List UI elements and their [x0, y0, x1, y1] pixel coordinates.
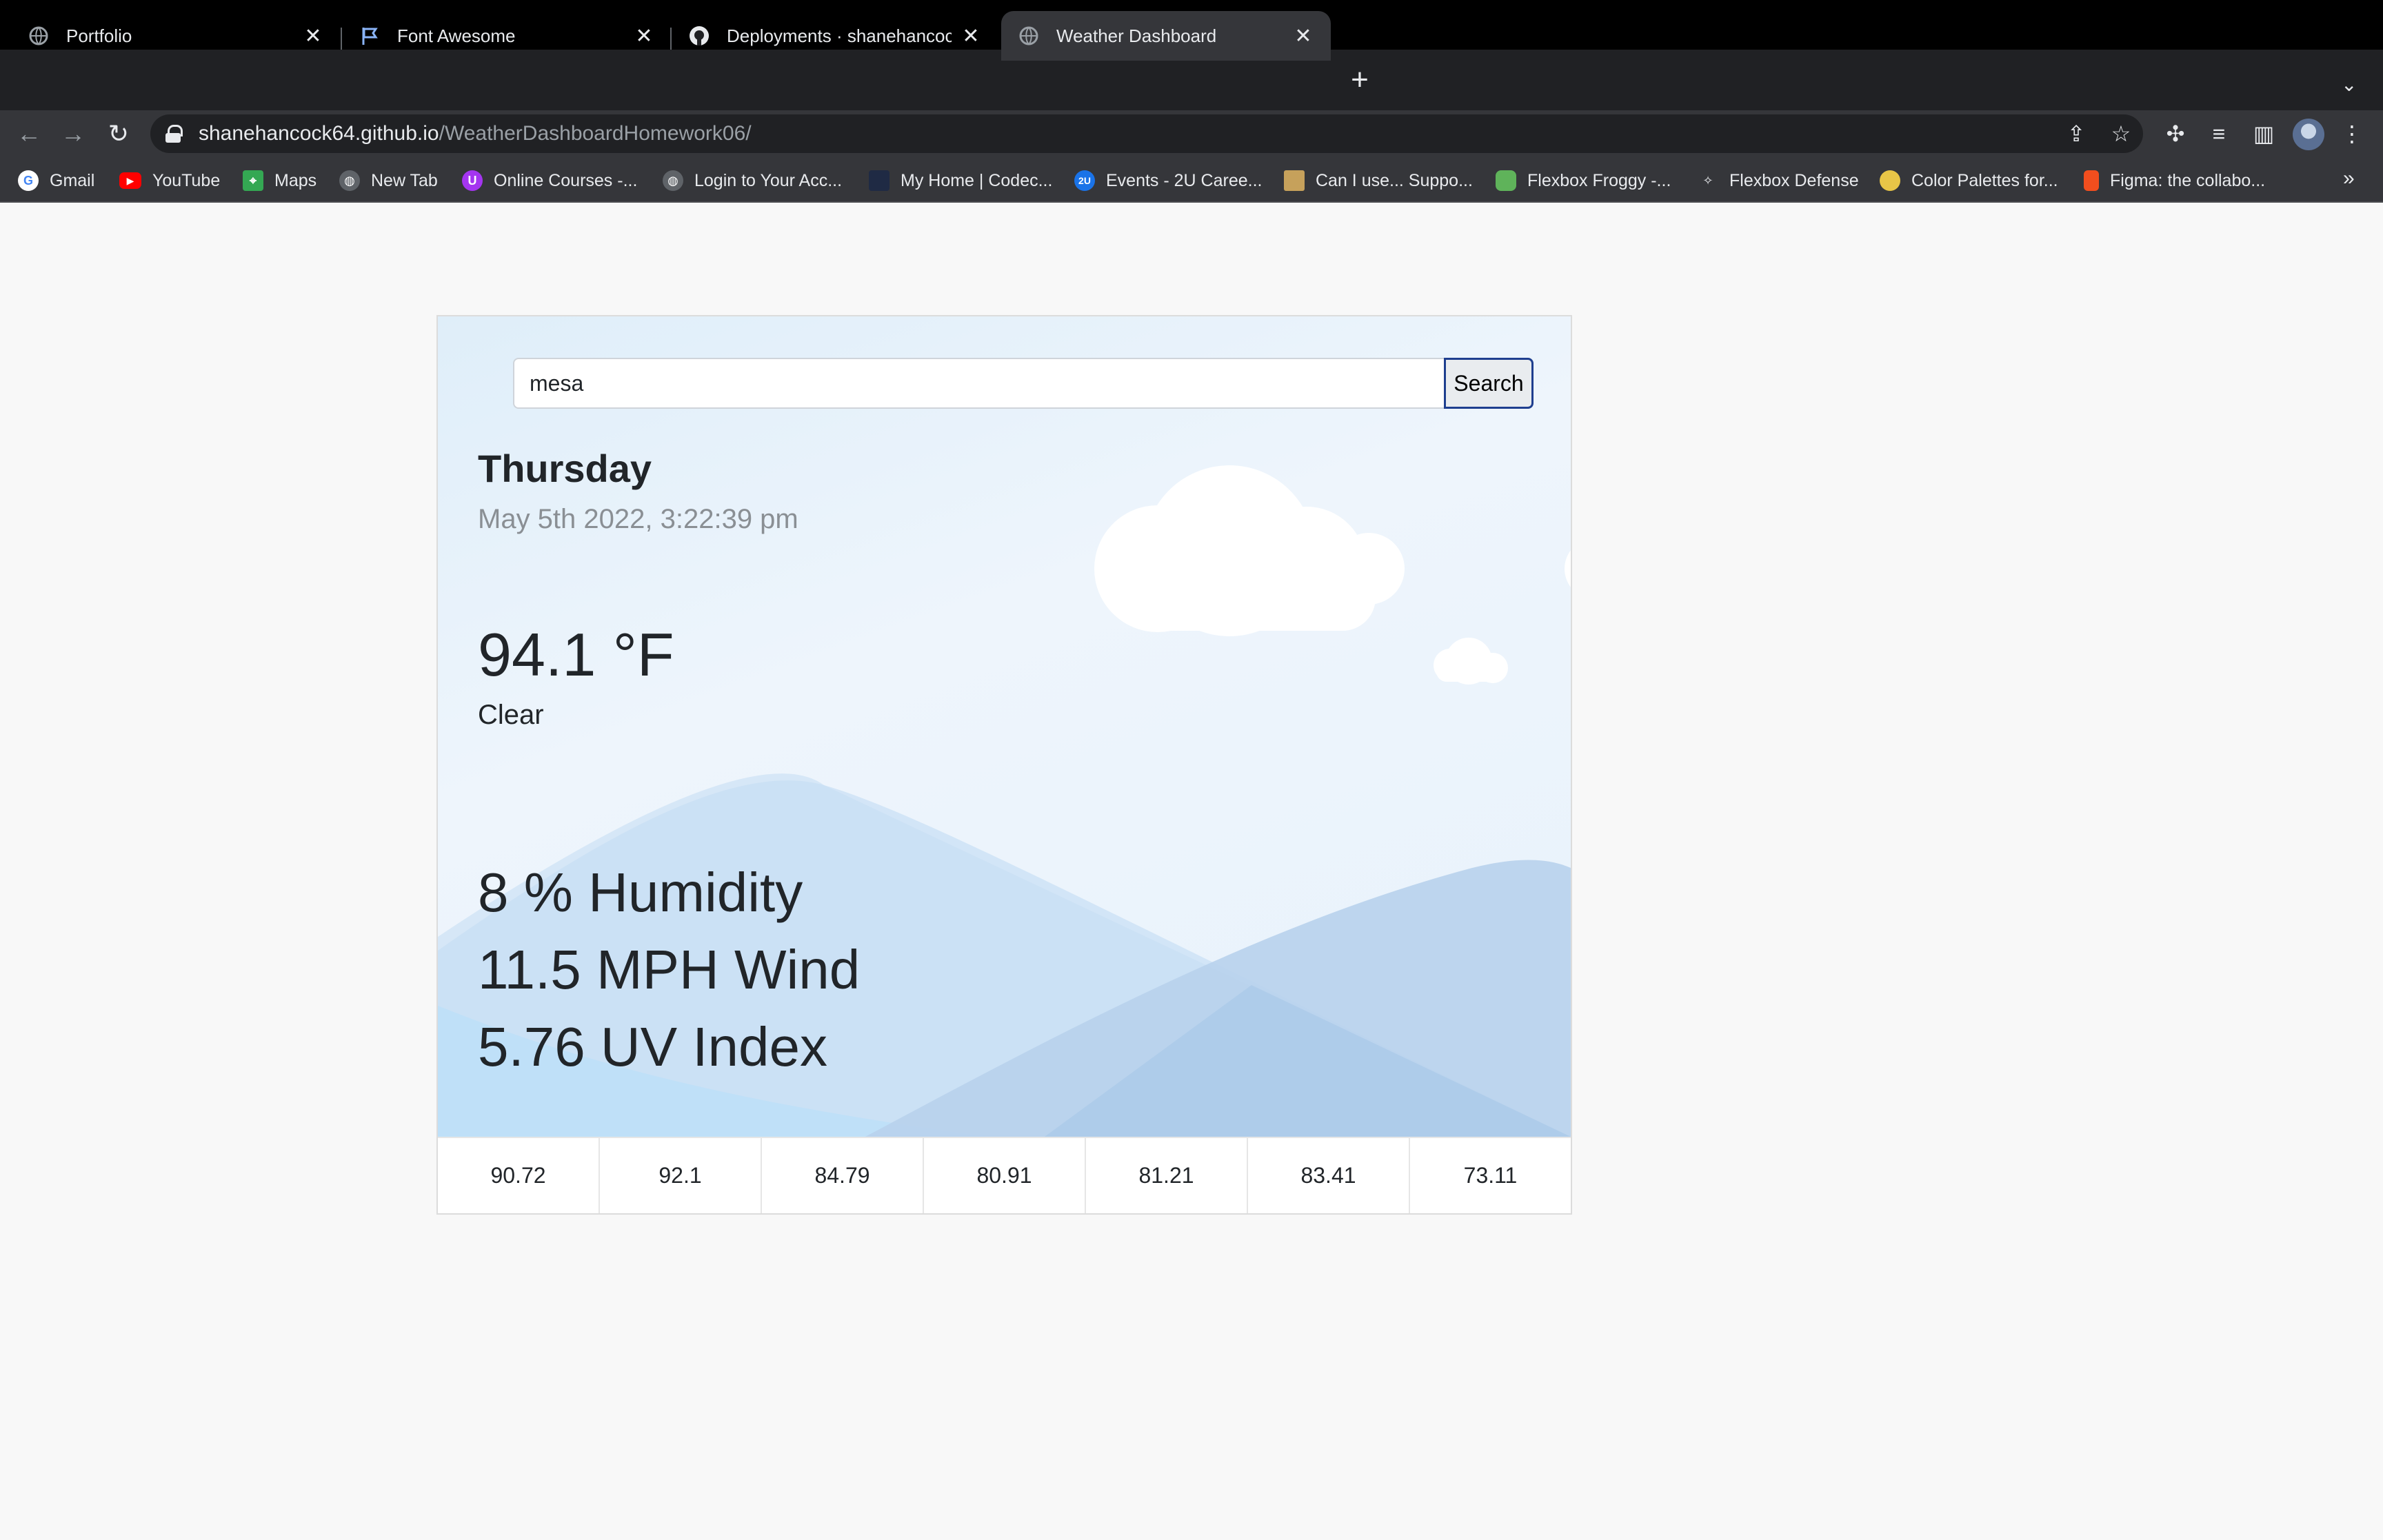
bookmark-label: My Home | Codec... [901, 170, 1053, 190]
profile-avatar[interactable] [2293, 119, 2324, 150]
weather-condition: Clear [478, 700, 544, 730]
current-datetime: May 5th 2022, 3:22:39 pm [478, 504, 798, 534]
globe-icon [28, 25, 50, 47]
bookmark-codecademy[interactable]: My Home | Codec... [869, 168, 1052, 193]
forecast-temp-cell: 73.11 [1463, 1163, 1518, 1188]
bookmark-youtube[interactable]: ▶ YouTube [119, 168, 220, 193]
tab-label: Weather Dashboard [1056, 25, 1217, 46]
forecast-temp-cell: 83.41 [1248, 1138, 1410, 1213]
close-tab-icon[interactable]: ✕ [302, 25, 324, 48]
forecast-temp-cell: 84.79 [762, 1138, 924, 1213]
chevron-down-icon[interactable]: ⌄ [2341, 73, 2357, 96]
bookmark-new-tab[interactable]: ◍ New Tab [339, 168, 438, 193]
weather-illustration: Search Thursday May 5th 2022, 3:22:39 pm… [438, 316, 1571, 1137]
close-tab-icon[interactable]: ✕ [633, 25, 655, 48]
bookmark-label: Flexbox Defense [1729, 170, 1859, 190]
maps-icon: ⌖ [243, 170, 263, 191]
url-host: shanehancock64.github.io [199, 122, 439, 145]
weather-card: Search Thursday May 5th 2022, 3:22:39 pm… [436, 315, 1572, 1215]
bookmark-color-palettes[interactable]: Color Palettes for... [1880, 168, 2058, 193]
tab-label: Portfolio [66, 25, 132, 46]
forecast-temp-cell: 80.91 [924, 1138, 1086, 1213]
bookmark-label: Color Palettes for... [1911, 170, 2058, 190]
globe-icon: ◍ [663, 170, 683, 191]
wind-value: 11.5 MPH Wind [478, 939, 861, 1000]
bookmark-label: New Tab [371, 170, 438, 190]
star-icon[interactable]: ☆ [2109, 121, 2133, 146]
media-control-icon[interactable]: ≡ [2206, 121, 2231, 146]
tab-label: Font Awesome [397, 25, 516, 46]
forecast-temp-cell: 81.21 [1086, 1138, 1248, 1213]
bookmark-label: YouTube [152, 170, 221, 190]
figma-icon [2084, 170, 2099, 191]
partial-cloud-icon [1565, 550, 1571, 587]
city-search-input[interactable] [513, 358, 1444, 409]
close-tab-icon[interactable]: ✕ [960, 25, 982, 48]
bookmark-figma[interactable]: Figma: the collabo... [2084, 168, 2265, 193]
tab-portfolio[interactable]: Portfolio ✕ [11, 11, 341, 61]
bookmark-flexbox-froggy[interactable]: Flexbox Froggy -... [1496, 168, 1671, 193]
codecademy-icon [869, 170, 889, 191]
udemy-icon: U [462, 170, 483, 191]
globe-icon [1018, 25, 1040, 47]
bookmark-label: Can I use... Suppo... [1316, 170, 1473, 190]
close-tab-icon[interactable]: ✕ [1292, 25, 1314, 48]
bookmark-label: Figma: the collabo... [2110, 170, 2266, 190]
globe-icon: ◍ [339, 170, 360, 191]
bookmark-label: Flexbox Froggy -... [1527, 170, 1671, 190]
back-icon[interactable]: ← [14, 119, 44, 149]
small-cloud-icon [1434, 638, 1508, 685]
search-button[interactable]: Search [1444, 358, 1534, 409]
bookmark-udemy[interactable]: U Online Courses -... [462, 168, 637, 193]
frog-icon [1496, 170, 1516, 191]
reload-icon[interactable]: ↻ [103, 119, 134, 149]
tab-label: Deployments · shanehancock6 [727, 25, 952, 46]
current-temperature: 94.1 °F [478, 620, 674, 689]
lock-icon [165, 125, 183, 143]
bookmark-gmail[interactable]: G Gmail [18, 168, 94, 193]
bookmark-login[interactable]: ◍ Login to Your Acc... [663, 168, 842, 193]
new-tab-icon[interactable]: + [1345, 65, 1375, 97]
share-icon[interactable]: ⇪ [2064, 121, 2089, 146]
bookmark-label: Events - 2U Caree... [1106, 170, 1263, 190]
github-icon [688, 25, 710, 47]
tab-weather-dashboard[interactable]: Weather Dashboard ✕ [1001, 11, 1331, 61]
url-path: /WeatherDashboardHomework06/ [439, 122, 752, 145]
forward-icon[interactable]: → [58, 119, 88, 149]
humidity-value: 8 % Humidity [478, 862, 803, 923]
forecast-row: 90.72 92.1 84.79 80.91 81.21 83.41 73.11 [438, 1137, 1571, 1213]
bookmark-caniuse[interactable]: Can I use... Suppo... [1284, 168, 1473, 193]
extensions-icon[interactable]: ✣ [2163, 121, 2188, 146]
forecast-temp-cell: 90.72 [438, 1138, 600, 1213]
menu-kebab-icon[interactable]: ⋮ [2340, 121, 2364, 146]
tab-font-awesome[interactable]: Font Awesome ✕ [342, 11, 672, 61]
2u-icon: 2U [1074, 170, 1095, 191]
caniuse-icon [1284, 170, 1305, 191]
side-panel-icon[interactable]: ▥ [2251, 121, 2276, 146]
youtube-icon: ▶ [119, 172, 141, 189]
uv-index-value: 5.76 UV Index [478, 1016, 827, 1077]
palette-icon [1880, 170, 1900, 191]
flag-icon [359, 25, 381, 47]
forecast-temp-cell: 92.1 [600, 1138, 762, 1213]
bookmark-label: Gmail [50, 170, 95, 190]
bookmark-label: Maps [274, 170, 317, 190]
cloud-icon [1094, 465, 1405, 636]
bookmark-label: Login to Your Acc... [694, 170, 843, 190]
bookmark-label: Online Courses -... [494, 170, 638, 190]
current-day: Thursday [478, 447, 652, 490]
google-icon: G [18, 170, 39, 191]
bookmark-2u-events[interactable]: 2U Events - 2U Caree... [1074, 168, 1262, 193]
defense-icon: ✧ [1702, 173, 1713, 188]
search-form: Search [513, 358, 1534, 409]
tab-deployments[interactable]: Deployments · shanehancock6 ✕ [672, 11, 998, 61]
address-bar[interactable]: shanehancock64.github.io/WeatherDashboar… [150, 114, 2143, 153]
double-chevron-right-icon[interactable]: » [2343, 167, 2355, 190]
bookmark-maps[interactable]: ⌖ Maps [243, 168, 316, 193]
weather-background-art [438, 465, 1571, 1137]
bookmark-flexbox-defense[interactable]: ✧ Flexbox Defense [1698, 168, 1859, 193]
